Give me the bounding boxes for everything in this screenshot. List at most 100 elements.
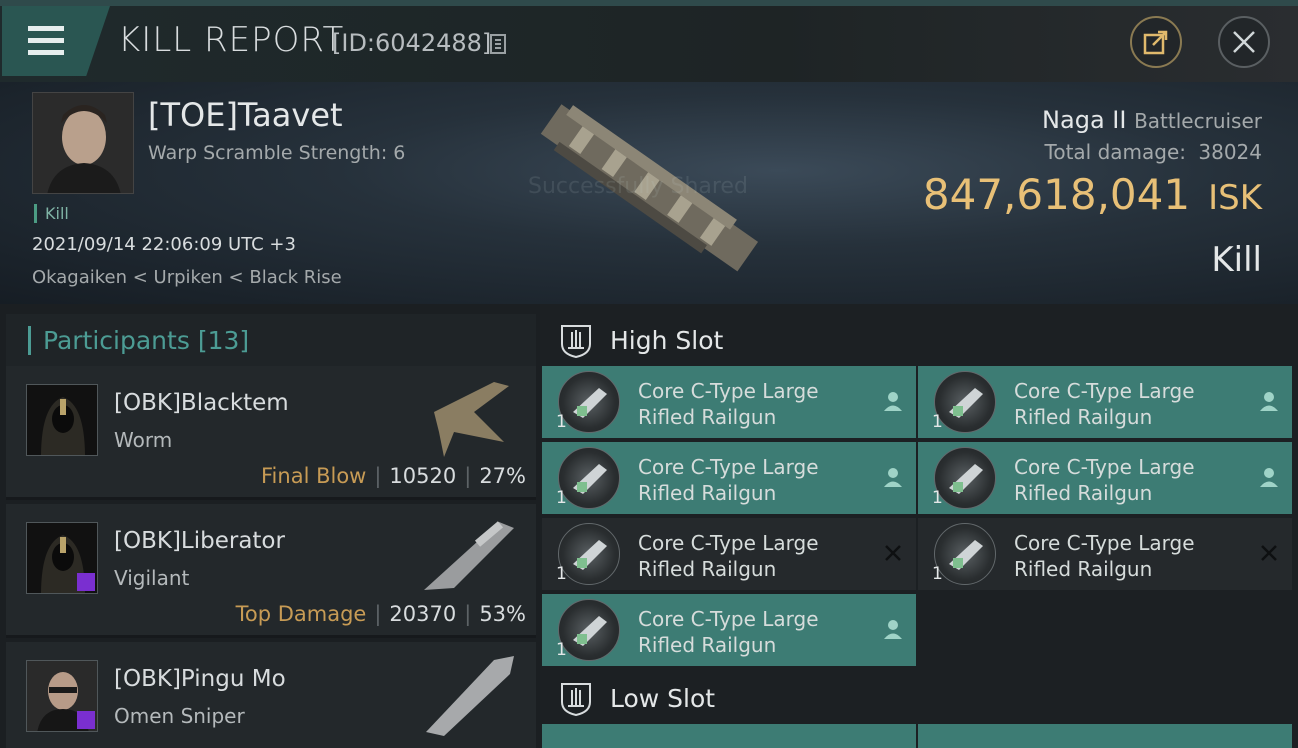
total-damage-label: Total damage: (1044, 140, 1187, 164)
total-damage: Total damage: 38024 (1045, 140, 1262, 164)
pilot-icon (1260, 392, 1278, 411)
module-name: Core C-Type Large Rifled Railgun (638, 378, 858, 430)
module-name-line1: Core C-Type Large (638, 607, 819, 631)
close-button[interactable] (1218, 16, 1270, 68)
pilot-badge-icon (77, 573, 95, 591)
module-name-line2: Rifled Railgun (1014, 481, 1153, 505)
participant-ship: Worm (114, 428, 173, 452)
low-slot-module[interactable] (918, 724, 1292, 748)
module-name: Core C-Type Large Rifled Railgun (1014, 454, 1234, 506)
participant-ship-image (434, 382, 509, 457)
victim-banner: [TOE]Taavet Warp Scramble Strength: 6 Ki… (0, 82, 1298, 304)
module-name-line2: Rifled Railgun (638, 405, 777, 429)
menu-icon (28, 26, 64, 56)
participants-title: Participants [13] (28, 326, 249, 355)
module-quantity: 1 (556, 488, 567, 508)
high-slot-module[interactable]: 1 Core C-Type Large Rifled Railgun (542, 518, 916, 590)
high-slot-module[interactable]: 1 Core C-Type Large Rifled Railgun (542, 442, 916, 514)
share-watermark: Successfully Shared (528, 174, 748, 199)
participant-name: [OBK]Pingu Mo (114, 666, 286, 692)
module-name-line1: Core C-Type Large (1014, 379, 1195, 403)
participant-ship: Vigilant (114, 566, 190, 590)
low-slot-icon (561, 683, 591, 716)
module-quantity: 1 (932, 488, 943, 508)
participants-header: Participants [13] (6, 314, 536, 370)
victim-subtitle: Warp Scramble Strength: 6 (148, 142, 406, 164)
low-slot-header: Low Slot (540, 670, 1298, 726)
participant-stats: Top Damage | 20370 | 53% (235, 602, 526, 626)
destroyed-x-icon (1261, 545, 1277, 561)
avatar (26, 522, 98, 594)
participant-stats: Final Blow | 10520 | 27% (261, 464, 526, 488)
high-slot-title: High Slot (610, 326, 724, 355)
high-slot-module[interactable]: 1 Core C-Type Large Rifled Railgun (918, 518, 1292, 590)
ship-name-text: Naga II (1042, 106, 1127, 134)
railgun-icon (558, 371, 620, 433)
kill-location[interactable]: Okagaiken < Urpiken < Black Rise (32, 267, 342, 288)
destroyed-x-icon (885, 545, 901, 561)
module-name: Core C-Type Large Rifled Railgun (638, 606, 858, 658)
copy-icon[interactable] (490, 34, 506, 54)
result-label: Kill (1211, 240, 1262, 280)
pilot-icon (884, 620, 902, 639)
railgun-icon (934, 371, 996, 433)
report-id: [ID:6042488] (332, 29, 492, 57)
participant-row[interactable]: [OBK]Pingu Mo Omen Sniper (6, 642, 536, 748)
railgun-icon (934, 523, 996, 585)
pilot-badge-icon (77, 711, 95, 729)
participant-name: [OBK]Blacktem (114, 390, 289, 416)
module-name-line2: Rifled Railgun (1014, 557, 1153, 581)
module-quantity: 1 (556, 412, 567, 432)
railgun-icon (558, 599, 620, 661)
header-topline (0, 0, 1298, 6)
module-name: Core C-Type Large Rifled Railgun (1014, 530, 1234, 582)
victim-portrait[interactable] (32, 92, 134, 194)
header: KILL REPORT [ID:6042488] (0, 0, 1298, 82)
pilot-icon (1260, 468, 1278, 487)
participant-ship-image (426, 656, 514, 736)
participant-damage: 20370 (389, 602, 457, 626)
module-quantity: 1 (556, 640, 567, 660)
high-slot-module[interactable]: 1 Core C-Type Large Rifled Railgun (542, 366, 916, 438)
module-quantity: 1 (932, 564, 943, 584)
isk-amount: 847,618,041 (922, 170, 1191, 219)
module-name: Core C-Type Large Rifled Railgun (638, 530, 858, 582)
avatar (26, 384, 98, 456)
high-slot-module[interactable]: 1 Core C-Type Large Rifled Railgun (918, 366, 1292, 438)
module-quantity: 1 (932, 412, 943, 432)
participant-row[interactable]: [OBK]Blacktem Worm Final Blow | 10520 | 27% (6, 366, 536, 500)
participant-percent: 27% (479, 464, 526, 488)
avatar (26, 660, 98, 732)
participant-percent: 53% (479, 602, 526, 626)
high-slot-icon (561, 325, 591, 358)
railgun-icon (934, 447, 996, 509)
participants-count: [13] (197, 326, 250, 355)
high-slot-module[interactable]: 1 Core C-Type Large Rifled Railgun (918, 442, 1292, 514)
victim-name[interactable]: [TOE]Taavet (148, 96, 343, 134)
share-button[interactable] (1130, 16, 1182, 68)
module-name-line1: Core C-Type Large (638, 379, 819, 403)
kill-datetime: 2021/09/14 22:06:09 UTC +3 (32, 234, 296, 255)
high-slot-module[interactable]: 1 Core C-Type Large Rifled Railgun (542, 594, 916, 666)
menu-button[interactable] (2, 6, 110, 76)
ship-class-text: Battlecruiser (1134, 109, 1262, 133)
participant-role: Top Damage (235, 602, 367, 626)
module-name-line2: Rifled Railgun (638, 557, 777, 581)
close-icon (1233, 31, 1255, 53)
kill-tag: Kill (34, 204, 69, 223)
module-name-line1: Core C-Type Large (638, 531, 819, 555)
victim-ship-name[interactable]: Naga II Battlecruiser (1042, 106, 1262, 134)
total-damage-value: 38024 (1198, 140, 1262, 164)
pilot-icon (884, 468, 902, 487)
participant-damage: 10520 (389, 464, 457, 488)
participant-ship: Omen Sniper (114, 704, 245, 728)
participant-row[interactable]: [OBK]Liberator Vigilant Top Damage | 20370… (6, 504, 536, 638)
pilot-icon (884, 392, 902, 411)
module-name-line2: Rifled Railgun (638, 633, 777, 657)
pilot-portrait-image (33, 93, 133, 193)
module-name: Core C-Type Large Rifled Railgun (1014, 378, 1234, 430)
low-slot-module[interactable] (542, 724, 916, 748)
participant-role: Final Blow (261, 464, 367, 488)
share-icon (1143, 30, 1168, 55)
low-slot-title: Low Slot (610, 684, 716, 713)
